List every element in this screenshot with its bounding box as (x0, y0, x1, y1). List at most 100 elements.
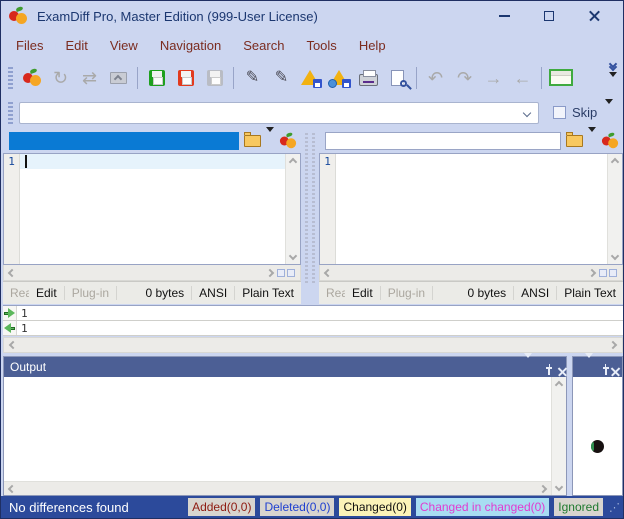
save-first-button[interactable] (143, 64, 170, 91)
left-editor[interactable]: 1 (3, 153, 301, 265)
diff-row[interactable]: 1 (3, 306, 623, 321)
badge-changed[interactable]: Changed(0) (339, 498, 410, 516)
redo-button[interactable]: ↷ (451, 64, 478, 91)
edit-indicator[interactable]: Edit (345, 286, 381, 300)
right-pane-header (319, 129, 623, 153)
filter-combobox-dropdown-button[interactable] (516, 110, 538, 116)
folder-icon (566, 132, 573, 135)
right-compare-icon[interactable] (602, 134, 618, 148)
left-browse-button[interactable] (244, 135, 261, 147)
output-content[interactable] (4, 377, 551, 481)
plugin-indicator[interactable]: Plug-in (65, 286, 117, 300)
pane-splitter[interactable] (301, 129, 319, 304)
save-second-button[interactable] (172, 64, 199, 91)
toolbar-grip[interactable] (8, 67, 13, 89)
right-horizontal-scrollbar[interactable] (319, 265, 623, 281)
diff-row[interactable]: 1 (3, 321, 623, 336)
copy-left-arrow-icon[interactable] (4, 324, 15, 333)
menu-view[interactable]: View (99, 34, 149, 57)
split-button[interactable] (599, 269, 607, 277)
refresh-button[interactable]: ↻ (47, 64, 74, 91)
swap-icon: ⇄ (82, 69, 97, 87)
menu-bar: Files Edit View Navigation Search Tools … (1, 31, 623, 59)
copy-right-arrow-icon[interactable] (4, 309, 15, 318)
status-message: No differences found (9, 500, 129, 515)
badge-added[interactable]: Added(0,0) (188, 498, 255, 516)
previous-difference-button[interactable]: ← (509, 64, 536, 91)
skip-options-button[interactable] (605, 104, 613, 122)
left-path-field[interactable] (9, 132, 239, 150)
save-differences-button[interactable] (297, 64, 324, 91)
edit-first-file-button[interactable]: ✎ (239, 64, 266, 91)
compare-button[interactable] (18, 64, 45, 91)
filter-bar-grip[interactable] (8, 102, 13, 124)
undo-button[interactable]: ↶ (422, 64, 449, 91)
left-edit-content[interactable] (20, 154, 285, 264)
menu-edit[interactable]: Edit (54, 34, 98, 57)
statistics-panel-header[interactable] (573, 357, 622, 377)
edit-second-file-button[interactable]: ✎ (268, 64, 295, 91)
print-preview-button[interactable] (384, 64, 411, 91)
chevron-down-icon (523, 108, 531, 116)
encoding[interactable]: ANSI (192, 286, 235, 300)
close-button[interactable] (587, 9, 601, 23)
right-vertical-scrollbar[interactable] (607, 154, 622, 264)
skip-checkbox[interactable] (553, 106, 566, 119)
badge-ignored[interactable]: Ignored (554, 498, 603, 516)
maximize-button[interactable] (542, 9, 556, 23)
edit-indicator[interactable]: Edit (29, 286, 65, 300)
left-pane-statusbar: Read Edit Plug-in 0 bytes ANSI Plain Tex… (3, 281, 301, 304)
right-edit-content[interactable] (336, 154, 607, 264)
swap-files-button[interactable]: ⇄ (76, 64, 103, 91)
right-editor[interactable]: 1 (319, 153, 623, 265)
badge-deleted[interactable]: Deleted(0,0) (260, 498, 334, 516)
menu-tools[interactable]: Tools (295, 34, 347, 57)
right-browse-dropdown-button[interactable] (588, 132, 596, 150)
toolbar-overflow-button[interactable] (610, 61, 616, 70)
app-icon (9, 8, 27, 24)
output-panel-header[interactable]: Output (4, 357, 566, 377)
plugin-indicator[interactable]: Plug-in (381, 286, 433, 300)
badge-changed-in-changed[interactable]: Changed in changed(0) (416, 498, 549, 516)
show-panes-button[interactable] (547, 64, 574, 91)
left-compare-icon[interactable] (280, 134, 296, 148)
minimize-button[interactable] (497, 9, 511, 23)
save-both-button[interactable] (201, 64, 228, 91)
status-bar: No differences found Added(0,0) Deleted(… (1, 496, 623, 518)
title-bar[interactable]: ExamDiff Pro, Master Edition (999-User L… (1, 1, 623, 31)
open-files-button[interactable] (105, 64, 132, 91)
encoding[interactable]: ANSI (514, 286, 557, 300)
triangle-down-icon (266, 127, 274, 149)
undo-icon: ↶ (428, 69, 443, 87)
right-path-field[interactable] (325, 132, 561, 150)
split-button[interactable] (609, 269, 617, 277)
left-browse-dropdown-button[interactable] (266, 132, 274, 150)
diff-line-text: 1 (17, 322, 28, 335)
split-button[interactable] (287, 269, 295, 277)
filter-combobox[interactable] (19, 102, 539, 124)
diff-horizontal-scrollbar[interactable] (3, 337, 623, 353)
minimize-icon (499, 15, 510, 17)
statistics-menu-button[interactable] (585, 358, 593, 376)
right-browse-button[interactable] (566, 135, 583, 147)
syntax-format[interactable]: Plain Text (235, 286, 301, 300)
triangle-down-icon (609, 72, 617, 94)
next-difference-button[interactable]: → (480, 64, 507, 91)
menu-navigation[interactable]: Navigation (149, 34, 232, 57)
output-vertical-scrollbar[interactable] (551, 377, 566, 495)
output-horizontal-scrollbar[interactable] (4, 481, 551, 495)
toolbar-options-button[interactable] (609, 77, 617, 95)
left-horizontal-scrollbar[interactable] (3, 265, 301, 281)
resize-grip-icon[interactable]: ⋰ (609, 501, 620, 514)
menu-search[interactable]: Search (232, 34, 295, 57)
print-button[interactable] (355, 64, 382, 91)
syntax-format[interactable]: Plain Text (557, 286, 623, 300)
left-vertical-scrollbar[interactable] (285, 154, 300, 264)
split-button[interactable] (277, 269, 285, 277)
output-menu-button[interactable] (524, 358, 532, 376)
menu-files[interactable]: Files (5, 34, 54, 57)
close-icon (589, 11, 600, 22)
publish-differences-button[interactable] (326, 64, 353, 91)
output-panel-title: Output (10, 360, 46, 374)
menu-help[interactable]: Help (348, 34, 397, 57)
